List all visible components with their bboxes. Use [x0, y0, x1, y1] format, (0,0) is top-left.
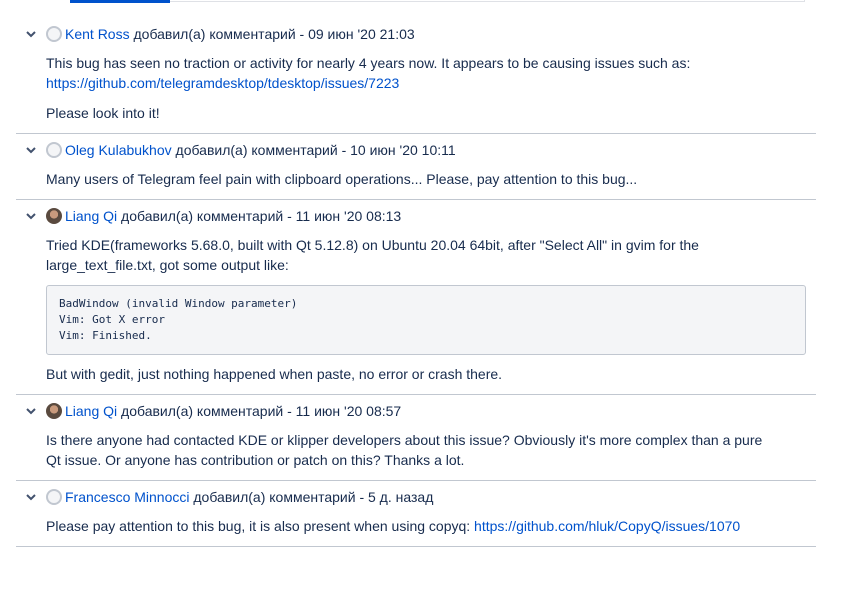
chevron-down-icon[interactable]	[16, 30, 46, 38]
top-tab-frame	[70, 0, 805, 2]
chevron-down-icon[interactable]	[16, 407, 46, 415]
comment-text: Tried KDE(frameworks 5.68.0, built with …	[46, 237, 699, 273]
comment-body: Is there anyone had contacted KDE or kli…	[16, 427, 816, 470]
active-tab-indicator	[70, 0, 170, 3]
comment-body: Tried KDE(frameworks 5.68.0, built with …	[16, 232, 816, 384]
comment-time[interactable]: 11 июн '20 08:57	[296, 403, 402, 419]
code-block: BadWindow (invalid Window parameter) Vim…	[46, 285, 806, 355]
comment-action: добавил(а) комментарий -	[171, 142, 351, 158]
comment-author[interactable]: Oleg Kulabukhov	[65, 142, 172, 158]
avatar[interactable]	[46, 26, 62, 42]
avatar[interactable]	[46, 489, 62, 505]
comment-action: добавил(а) комментарий -	[117, 403, 296, 419]
avatar[interactable]	[46, 208, 62, 224]
comment-body: Many users of Telegram feel pain with cl…	[16, 166, 816, 189]
comment-author[interactable]: Liang Qi	[65, 208, 117, 224]
comment-text-part: Please pay attention to this bug, it is …	[46, 518, 475, 534]
comment-header: Liang Qi добавил(а) комментарий - 11 июн…	[16, 395, 816, 427]
comment-text: This bug has seen no traction or activit…	[46, 53, 766, 93]
comment-action: добавил(а) комментарий -	[129, 26, 309, 42]
comment-body: This bug has seen no traction or activit…	[16, 50, 816, 123]
comment-link[interactable]: https://github.com/hluk/CopyQ/issues/107…	[474, 518, 740, 534]
chevron-down-icon[interactable]	[16, 493, 46, 501]
comment-author[interactable]: Kent Ross	[65, 26, 130, 42]
comment-text-part: This bug has seen no traction or activit…	[46, 55, 691, 71]
comment: Oleg Kulabukhov добавил(а) комментарий -…	[16, 134, 816, 200]
comment-header: Francesco Minnocci добавил(а) комментари…	[16, 481, 816, 513]
comment-action: добавил(а) комментарий -	[117, 208, 296, 224]
comment-author[interactable]: Francesco Minnocci	[65, 489, 190, 505]
comment-time[interactable]: 10 июн '20 10:11	[350, 142, 456, 158]
comment-action: добавил(а) комментарий -	[189, 489, 368, 505]
comment-header: Liang Qi добавил(а) комментарий - 11 июн…	[16, 200, 816, 232]
comment: Kent Ross добавил(а) комментарий - 09 ию…	[16, 18, 816, 134]
comment-author[interactable]: Liang Qi	[65, 403, 117, 419]
chevron-down-icon[interactable]	[16, 146, 46, 154]
comments-list: Kent Ross добавил(а) комментарий - 09 ию…	[16, 18, 816, 547]
comment-body: Please pay attention to this bug, it is …	[16, 513, 816, 536]
avatar[interactable]	[46, 403, 62, 419]
comment-link[interactable]: https://github.com/telegramdesktop/tdesk…	[46, 75, 399, 91]
comment: Liang Qi добавил(а) комментарий - 11 июн…	[16, 395, 816, 481]
comment-header: Kent Ross добавил(а) комментарий - 09 ию…	[16, 18, 816, 50]
comment-text: Please pay attention to this bug, it is …	[46, 516, 766, 536]
comment-text: But with gedit, just nothing happened wh…	[46, 366, 503, 382]
comment-time[interactable]: 09 июн '20 21:03	[308, 26, 415, 42]
comment-time[interactable]: 11 июн '20 08:13	[296, 208, 402, 224]
comment-time[interactable]: 5 д. назад	[368, 489, 433, 505]
comment-header: Oleg Kulabukhov добавил(а) комментарий -…	[16, 134, 816, 166]
chevron-down-icon[interactable]	[16, 212, 46, 220]
comment-text: Many users of Telegram feel pain with cl…	[46, 171, 638, 187]
comment-text: Please look into it!	[46, 105, 160, 121]
comment-text: Is there anyone had contacted KDE or kli…	[46, 432, 763, 468]
comment: Francesco Minnocci добавил(а) комментари…	[16, 481, 816, 547]
comment: Liang Qi добавил(а) комментарий - 11 июн…	[16, 200, 816, 395]
avatar[interactable]	[46, 142, 62, 158]
